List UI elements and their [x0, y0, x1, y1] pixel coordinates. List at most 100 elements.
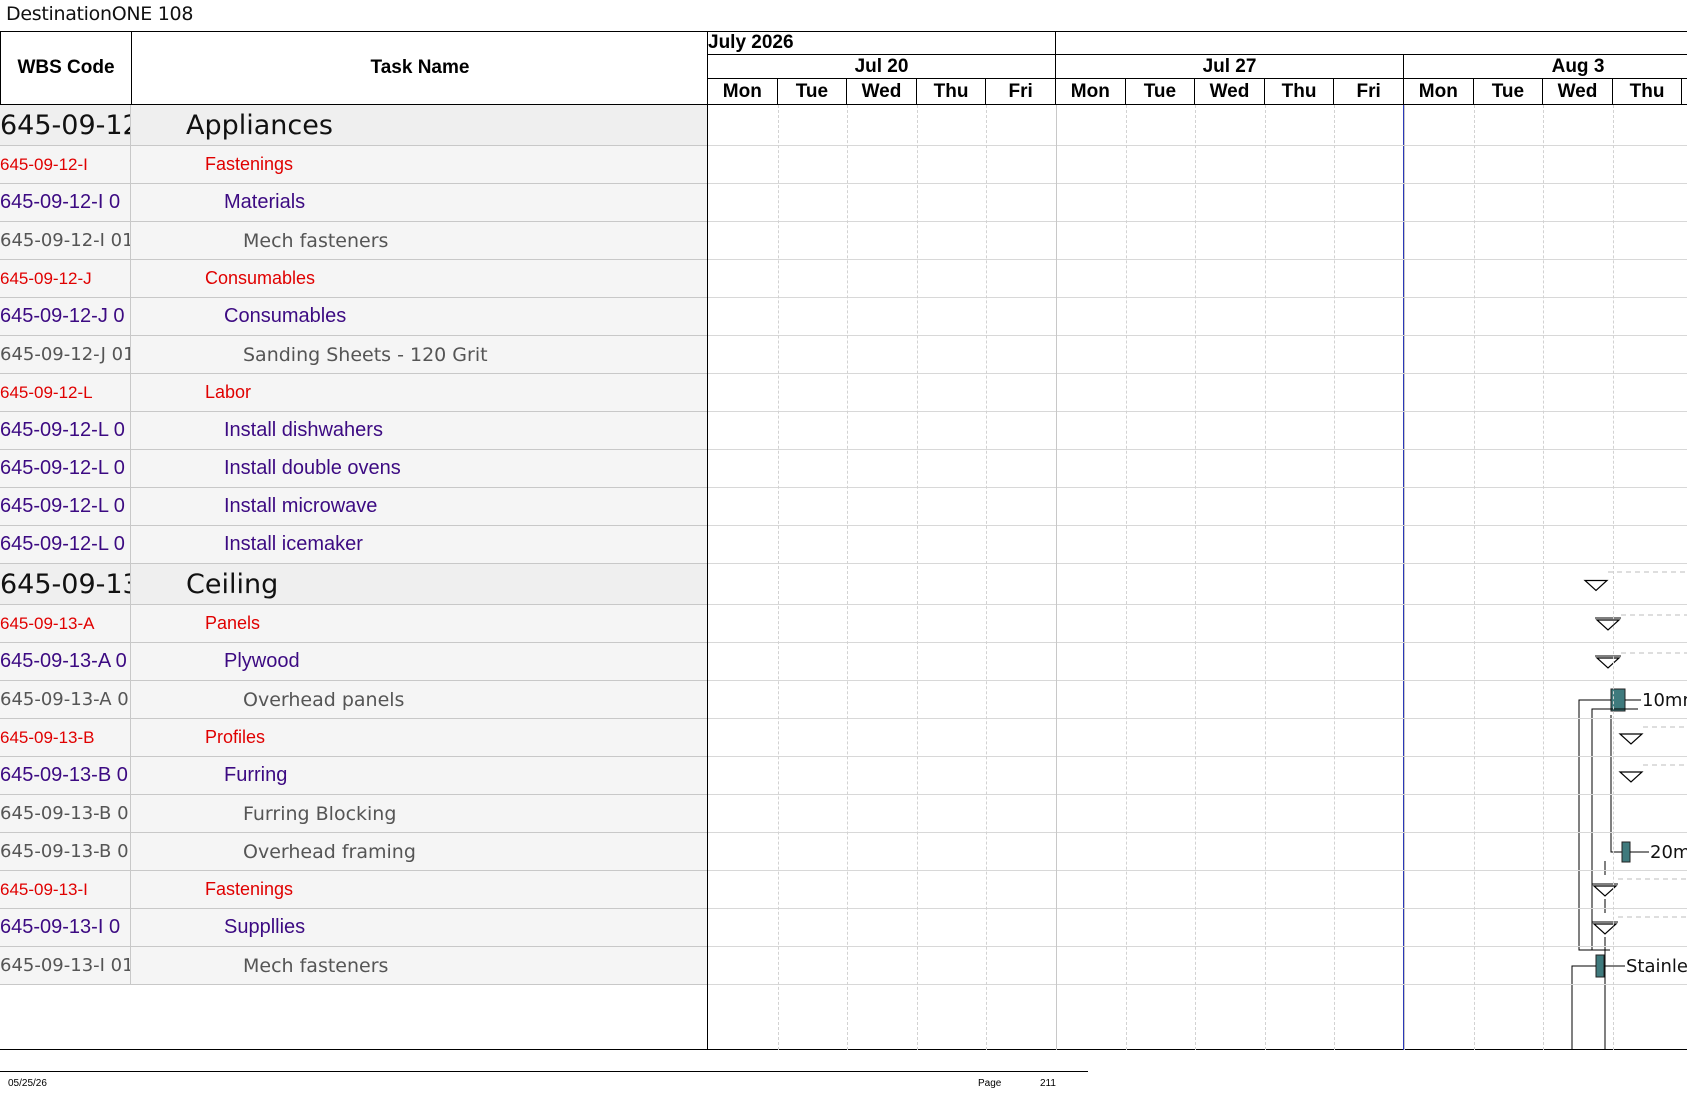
- table-row[interactable]: 645-09-12-J Consumables: [0, 260, 707, 298]
- day-gridline: [1264, 105, 1266, 1050]
- wbs-code-cell: 645-09-13-I 0: [0, 909, 131, 946]
- day-gridline: [847, 105, 849, 1050]
- wbs-code-cell: 645-09-12-J: [0, 260, 131, 297]
- wbs-code-cell: 645-09-13-B 01: [0, 833, 131, 870]
- row-gridline: [708, 642, 1687, 643]
- day-label: Tue: [778, 79, 848, 104]
- row-gridline: [708, 794, 1687, 795]
- wbs-code-cell: 645-09-12-J 0: [0, 298, 131, 335]
- table-row[interactable]: 645-09-13-A 0 Plywood: [0, 643, 707, 681]
- day-label: Fri: [986, 79, 1056, 104]
- table-row[interactable]: 645-09-12-L 0 Install dishwahers: [0, 412, 707, 450]
- table-row[interactable]: 645-09-13-A 01 Overhead panels: [0, 681, 707, 719]
- row-gridline: [708, 756, 1687, 757]
- day-label: Wed: [847, 79, 917, 104]
- table-row[interactable]: 645-09-13 Ceiling: [0, 564, 707, 605]
- wbs-code-cell: 645-09-13-B 01: [0, 795, 131, 832]
- document-title: DestinationONE 108: [6, 3, 194, 25]
- table-row[interactable]: 645-09-12-L 0 Install icemaker: [0, 526, 707, 564]
- day-gridline: [1195, 105, 1197, 1050]
- task-name-cell: Fastenings: [205, 154, 294, 174]
- task-name-cell: Mech fasteners: [243, 229, 389, 252]
- wbs-code-cell: 645-09-12-I 01-: [0, 222, 131, 259]
- day-gridline: [986, 105, 988, 1050]
- day-label: Wed: [1195, 79, 1265, 104]
- task-name-cell: Sanding Sheets - 120 Grit: [243, 343, 488, 366]
- day-label: Thu: [1613, 79, 1683, 104]
- wbs-code-cell: 645-09-12-L 0: [0, 450, 131, 487]
- wbs-code-cell: 645-09-12-J 01: [0, 336, 131, 373]
- task-bar: [1595, 954, 1605, 978]
- row-gridline: [708, 870, 1687, 871]
- wbs-code-cell: 645-09-12-L: [0, 374, 131, 411]
- day-label: Mon: [1056, 79, 1126, 104]
- gantt-chart-area[interactable]: 10mm 20mm Stainless: [707, 105, 1687, 1050]
- summary-marker: [1583, 579, 1609, 592]
- row-gridline: [708, 908, 1687, 909]
- wbs-code-cell: 645-09-13: [0, 564, 131, 604]
- month-label: July 2026: [708, 31, 1056, 55]
- wbs-code-cell: 645-09-13-A: [0, 605, 131, 642]
- summary-marker: [1595, 619, 1621, 631]
- wbs-code-cell: 645-09-12-L 0: [0, 526, 131, 563]
- wbs-code-cell: 645-09-13-B: [0, 719, 131, 756]
- table-row[interactable]: 645-09-13-I Fastenings: [0, 871, 707, 909]
- summary-marker: [1618, 733, 1644, 745]
- day-label: Thu: [1265, 79, 1335, 104]
- table-row[interactable]: 645-09-12-J 0 Consumables: [0, 298, 707, 336]
- task-name-cell: Install microwave: [224, 495, 378, 517]
- row-gridline: [708, 718, 1687, 719]
- task-name-cell: Install double ovens: [224, 457, 401, 479]
- table-row[interactable]: 645-09-13-B Profiles: [0, 719, 707, 757]
- day-label: Tue: [1126, 79, 1196, 104]
- table-row[interactable]: 645-09-12-L Labor: [0, 374, 707, 412]
- task-name-cell: Suppllies: [224, 916, 306, 938]
- table-row[interactable]: 645-09-13-I 01- Mech fasteners: [0, 947, 707, 985]
- week-label: Jul 27: [1056, 55, 1404, 79]
- row-gridline: [708, 946, 1687, 947]
- wbs-code-cell: 645-09-12-I 0: [0, 184, 131, 221]
- table-row[interactable]: 645-09-13-B 01 Overhead framing: [0, 833, 707, 871]
- table-row[interactable]: 645-09-13-A Panels: [0, 605, 707, 643]
- row-gridline: [708, 449, 1687, 450]
- dependency-link: [1591, 708, 1638, 950]
- table-row[interactable]: 645-09-13-B 0 Furring: [0, 757, 707, 795]
- table-row[interactable]: 645-09-13-I 0 Suppllies: [0, 909, 707, 947]
- dependency-link: [1578, 699, 1611, 951]
- task-name-cell: Overhead panels: [243, 688, 405, 711]
- footer-page-label: Page: [978, 1078, 1002, 1089]
- footer-page-number: 211: [1040, 1078, 1056, 1089]
- task-name-cell: Materials: [224, 191, 306, 213]
- table-row[interactable]: 645-09-12-I 01- Mech fasteners: [0, 222, 707, 260]
- row-gridline: [708, 563, 1687, 564]
- task-name-cell: Mech fasteners: [243, 954, 389, 977]
- table-row[interactable]: 645-09-12-J 01 Sanding Sheets - 120 Grit: [0, 336, 707, 374]
- task-name-cell: Install icemaker: [224, 533, 363, 555]
- timescale-week-tier: Jul 20 Jul 27 Aug 3: [708, 55, 1687, 79]
- row-gridline: [708, 832, 1687, 833]
- table-row[interactable]: 645-09-12 Appliances: [0, 105, 707, 146]
- task-name-cell: Labor: [205, 382, 252, 402]
- week-label: Jul 20: [708, 55, 1056, 79]
- month-label: [1056, 31, 1687, 55]
- wbs-column-header[interactable]: WBS Code: [1, 31, 132, 104]
- day-label: Tue: [1474, 79, 1544, 104]
- day-gridline: [1543, 105, 1545, 1050]
- day-gridline: [1056, 105, 1057, 1050]
- day-label: Thu: [917, 79, 987, 104]
- footer-rule: [0, 1071, 1088, 1072]
- bar-label-overhead-framing: 20mm: [1650, 842, 1687, 863]
- table-row[interactable]: 645-09-12-L 0 Install double ovens: [0, 450, 707, 488]
- task-name-column-header[interactable]: Task Name: [132, 31, 708, 104]
- task-name-cell: Furring: [224, 764, 288, 786]
- wbs-code-cell: 645-09-13-A 01: [0, 681, 131, 718]
- table-row[interactable]: 645-09-12-L 0 Install microwave: [0, 488, 707, 526]
- row-gridline: [708, 984, 1687, 985]
- task-name-cell: Overhead framing: [243, 840, 416, 863]
- row-gridline: [708, 525, 1687, 526]
- task-bar: [1621, 841, 1631, 863]
- task-name-cell: Fastenings: [205, 879, 294, 899]
- table-row[interactable]: 645-09-13-B 01 Furring Blocking: [0, 795, 707, 833]
- table-row[interactable]: 645-09-12-I 0 Materials: [0, 184, 707, 222]
- table-row[interactable]: 645-09-12-I Fastenings: [0, 146, 707, 184]
